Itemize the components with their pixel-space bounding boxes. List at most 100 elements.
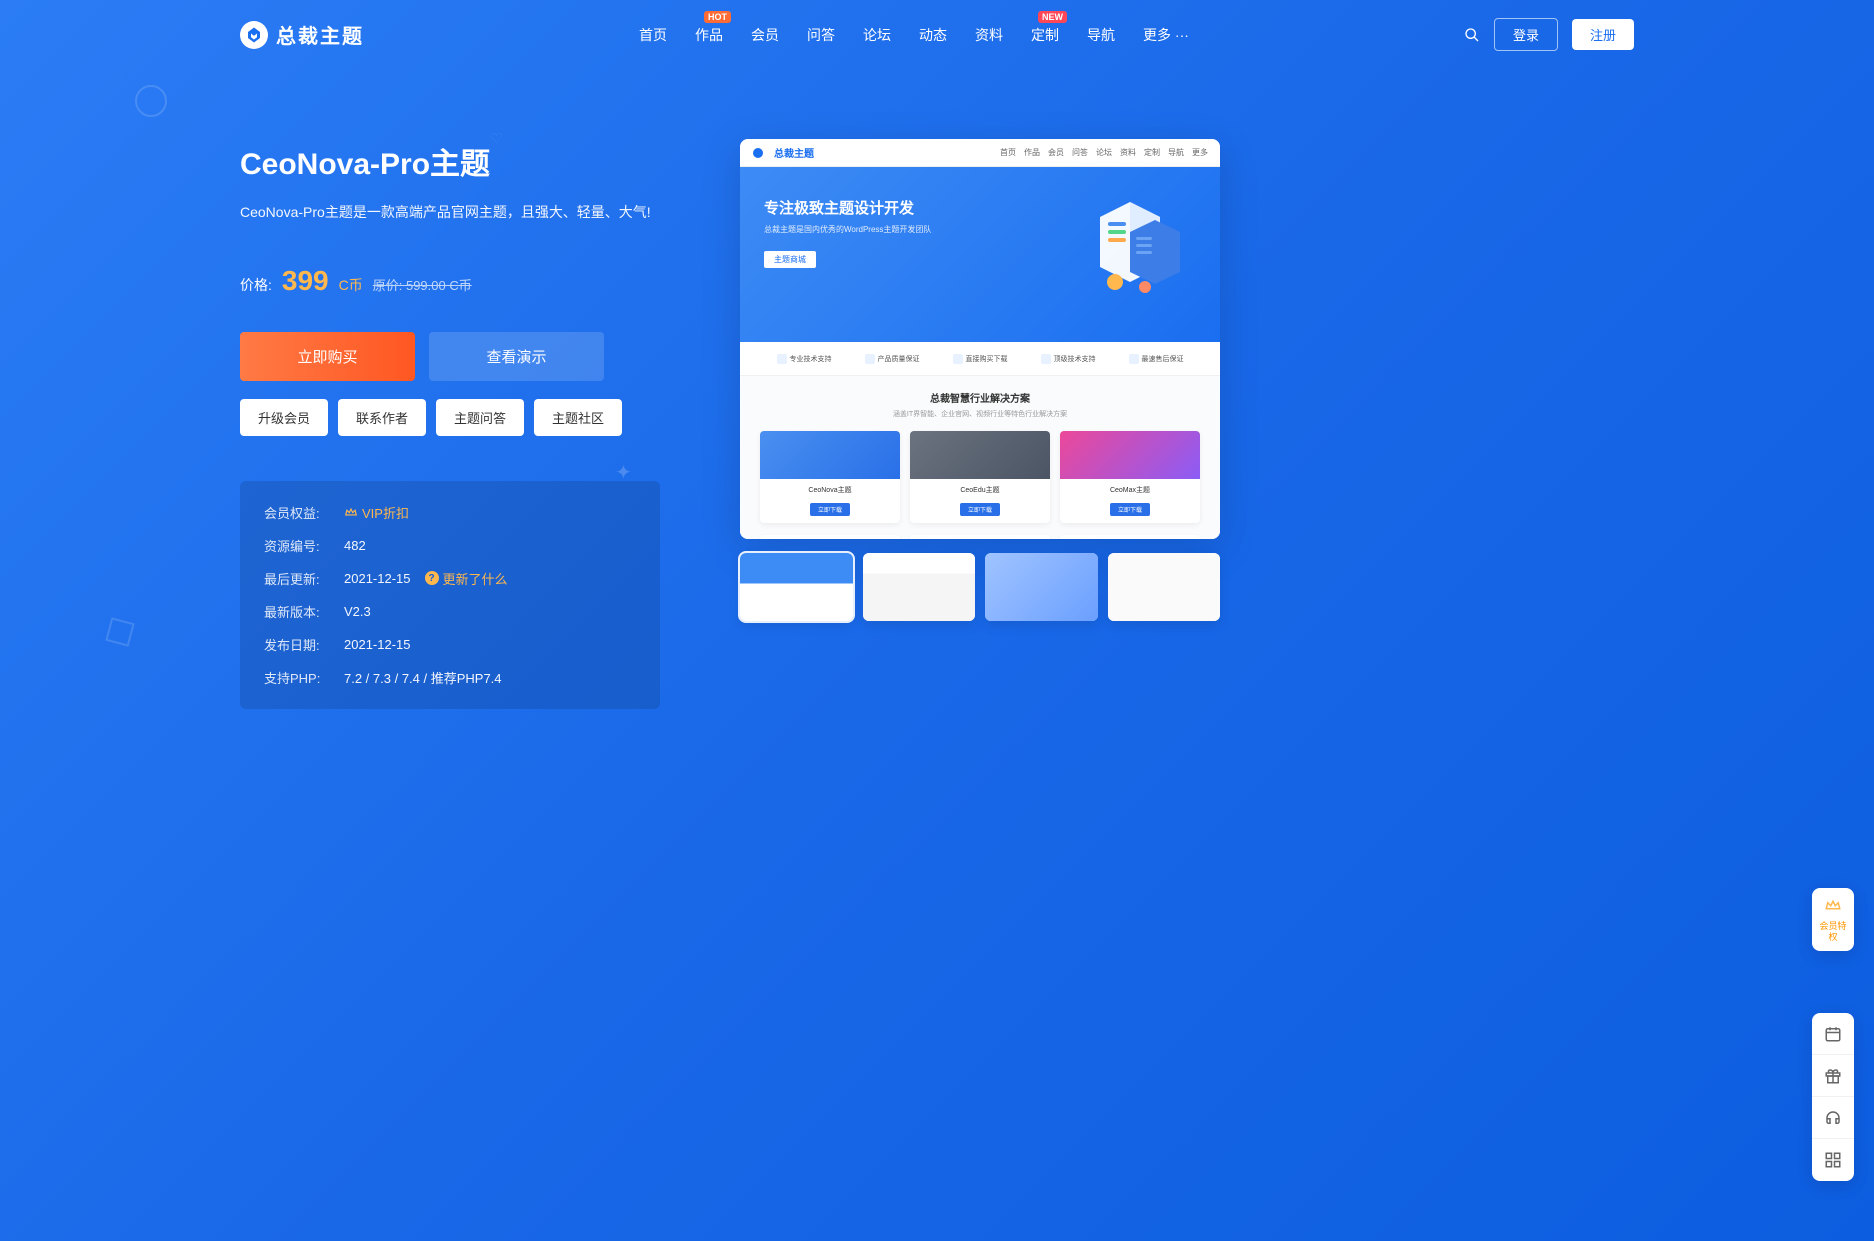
info-label: 资源编号: [264,536,344,555]
preview-nav: 首页作品会员问答论坛资料定制导航更多 [1000,147,1208,158]
float-support[interactable] [1812,1097,1854,1139]
preview-card: CeoMax主题立即下载 [1060,431,1200,523]
preview-nav-item: 会员 [1048,147,1064,158]
logo[interactable]: 总裁主题 [240,20,364,49]
logo-icon [240,21,268,49]
info-row: 发布日期:2021-12-15 [264,635,636,654]
price-unit: C币 [339,275,363,295]
info-value: 7.2 / 7.3 / 7.4 / 推荐PHP7.4 [344,668,502,687]
nav-item[interactable]: 论坛 [863,25,891,45]
link-buttons: 升级会员联系作者主题问答主题社区 [240,399,660,436]
info-value: 2021-12-15 [344,571,411,586]
demo-button[interactable]: 查看演示 [429,332,604,381]
preview-features: 专业技术支持产品质量保证直接购买下载顶级技术支持最速售后保证 [740,342,1220,376]
preview-card-title: CeoMax主题 [1066,485,1194,495]
info-box: 会员权益:VIP折扣资源编号:482最后更新:2021-12-15?更新了什么最… [240,481,660,709]
thumbnail-row [740,553,1220,621]
thumbnail-4[interactable] [1108,553,1221,621]
search-icon[interactable] [1464,27,1480,43]
price-label: 价格: [240,275,272,295]
nav-item[interactable]: 导航 [1087,25,1115,45]
nav-item[interactable]: 定制NEW [1031,25,1059,45]
price-original: 原价: 599.00 C币 [373,275,472,294]
feature-icon [1129,354,1139,364]
nav-item[interactable]: 会员 [751,25,779,45]
preview-nav-item: 资料 [1120,147,1136,158]
link-button[interactable]: 联系作者 [338,399,426,436]
nav-badge: NEW [1038,11,1067,23]
feature-item: 最速售后保证 [1129,354,1184,364]
feature-icon [865,354,875,364]
preview-card [910,535,1050,539]
nav-item[interactable]: 更多 ··· [1143,25,1189,45]
preview-nav-item: 更多 [1192,147,1208,158]
nav-item[interactable]: 动态 [919,25,947,45]
info-row: 最新版本:V2.3 [264,602,636,621]
preview-nav-item: 问答 [1072,147,1088,158]
main-nav: 首页 作品HOT 会员 问答 论坛 动态 资料 定制NEW 导航 更多 ··· [639,25,1189,45]
preview-card [1060,535,1200,539]
product-title: CeoNova-Pro主题 [240,139,660,183]
preview-main[interactable]: 总裁主题 首页作品会员问答论坛资料定制导航更多 专注极致主题设计开发 总裁主题是… [740,139,1220,539]
info-label: 最后更新: [264,569,344,588]
preview-card [760,535,900,539]
link-button[interactable]: 主题问答 [436,399,524,436]
feature-icon [953,354,963,364]
link-button[interactable]: 升级会员 [240,399,328,436]
price-row: 价格: 399 C币 原价: 599.00 C币 [240,265,660,297]
preview-nav-item: 导航 [1168,147,1184,158]
float-bar [1812,1013,1854,1181]
info-row: 资源编号:482 [264,536,636,555]
preview-area: 总裁主题 首页作品会员问答论坛资料定制导航更多 专注极致主题设计开发 总裁主题是… [740,139,1220,709]
link-button[interactable]: 主题社区 [534,399,622,436]
info-label: 发布日期: [264,635,344,654]
preview-sec-title: 总裁智慧行业解决方案 [760,390,1200,405]
product-desc: CeoNova-Pro主题是一款高端产品官网主题，且强大、轻量、大气! [240,201,660,225]
float-calendar[interactable] [1812,1013,1854,1055]
header: 总裁主题 首页 作品HOT 会员 问答 论坛 动态 资料 定制NEW 导航 更多 ··· 登录 注… [0,0,1874,69]
preview-card-title: CeoEdu主题 [916,485,1044,495]
float-gift[interactable] [1812,1055,1854,1097]
preview-card-btn: 立即下载 [810,503,850,516]
thumbnail-2[interactable] [863,553,976,621]
preview-nav-item: 论坛 [1096,147,1112,158]
preview-card-img [910,431,1050,479]
float-vip[interactable]: 会员特权 [1812,888,1854,951]
info-value: V2.3 [344,604,371,619]
float-qr[interactable] [1812,1139,1854,1181]
login-button[interactable]: 登录 [1494,18,1558,51]
thumbnail-1[interactable] [740,553,853,621]
preview-logo-text: 总裁主题 [774,145,814,160]
preview-hero-illustration [1060,187,1200,307]
update-link[interactable]: ?更新了什么 [425,569,508,588]
info-value: 482 [344,538,366,553]
register-button[interactable]: 注册 [1572,19,1634,50]
nav-right: 登录 注册 [1464,18,1634,51]
logo-text: 总裁主题 [276,20,364,49]
preview-hero-btn: 主题商城 [764,251,816,268]
info-label: 支持PHP: [264,668,344,687]
preview-hero: 专注极致主题设计开发 总裁主题是国内优秀的WordPress主题开发团队 主题商… [740,167,1220,342]
info-label: 最新版本: [264,602,344,621]
buy-button[interactable]: 立即购买 [240,332,415,381]
preview-nav-item: 作品 [1024,147,1040,158]
thumbnail-3[interactable] [985,553,1098,621]
nav-item[interactable]: 首页 [639,25,667,45]
nav-item[interactable]: 资料 [975,25,1003,45]
info-row: 支持PHP:7.2 / 7.3 / 7.4 / 推荐PHP7.4 [264,668,636,687]
crown-icon [1816,896,1850,919]
preview-card-img [1060,431,1200,479]
nav-item[interactable]: 作品HOT [695,25,723,45]
preview-card: CeoNova主题立即下载 [760,431,900,523]
float-vip-text: 会员特权 [1816,921,1850,943]
main-content: CeoNova-Pro主题 CeoNova-Pro主题是一款高端产品官网主题，且… [0,69,1874,769]
preview-cards: CeoNova主题立即下载 CeoEdu主题立即下载 CeoMax主题立即下载 [760,431,1200,523]
crown-icon [344,505,358,519]
nav-item[interactable]: 问答 [807,25,835,45]
preview-nav-item: 首页 [1000,147,1016,158]
feature-item: 产品质量保证 [865,354,920,364]
feature-item: 直接购买下载 [953,354,1008,364]
preview-section: 总裁智慧行业解决方案 涵盖IT界智能、企业官网、视频行业等特色行业解决方案 Ce… [740,376,1220,539]
preview-card-img [760,431,900,479]
question-icon: ? [425,571,439,585]
